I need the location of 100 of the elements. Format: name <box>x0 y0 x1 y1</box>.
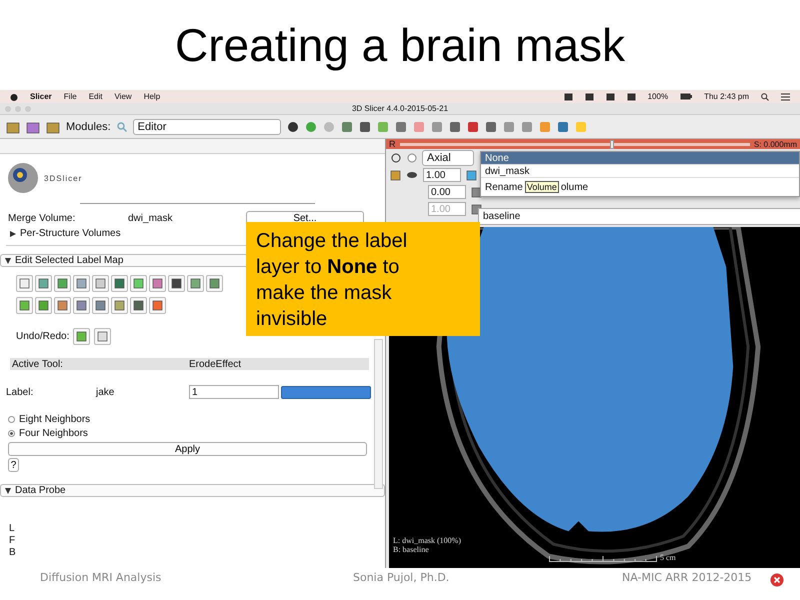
toolbar-icon[interactable] <box>46 120 60 134</box>
redo-button[interactable] <box>94 328 112 344</box>
dropdown-option[interactable]: None <box>481 152 799 165</box>
modules-label: Modules: <box>66 120 111 132</box>
slide-title: Creating a brain mask <box>175 18 625 72</box>
square-icon <box>76 330 88 342</box>
menu-item[interactable]: Help <box>144 92 160 101</box>
tool-button[interactable] <box>92 275 109 292</box>
square-icon <box>190 278 201 289</box>
status-icon[interactable] <box>564 92 573 100</box>
undo-button[interactable] <box>73 328 90 344</box>
tool-button[interactable] <box>111 275 128 292</box>
search-icon <box>116 122 127 132</box>
toolbar-icon[interactable] <box>466 120 479 132</box>
tool-button[interactable] <box>54 297 71 314</box>
orientation-selector[interactable]: Axial <box>422 150 474 166</box>
square-icon <box>95 278 106 289</box>
probe-axis-letter: L <box>9 523 16 535</box>
tool-button[interactable] <box>187 275 204 292</box>
square-icon <box>209 278 220 289</box>
tool-button[interactable] <box>35 297 52 314</box>
square-icon <box>171 278 182 289</box>
menu-item[interactable]: Edit <box>88 92 102 101</box>
menu-item-text[interactable]: olume <box>560 182 588 192</box>
square-icon <box>38 300 49 311</box>
label-label: Label: <box>6 386 34 398</box>
dropdown-option[interactable]: dwi_mask <box>481 165 799 178</box>
app-logo-text: 3DSlicer <box>44 174 82 182</box>
footer-text: NA-MIC ARR 2012-2015 <box>622 570 752 584</box>
list-icon[interactable] <box>781 92 790 100</box>
square-icon <box>152 278 163 289</box>
disclosure-triangle-icon <box>10 230 16 236</box>
tool-button[interactable] <box>73 297 90 314</box>
tool-button[interactable] <box>16 297 33 314</box>
clock[interactable]: Thu 2:43 pm <box>704 92 749 101</box>
label-spinbox[interactable]: 1 <box>189 385 279 399</box>
square-icon <box>152 300 163 311</box>
apple-icon[interactable] <box>10 92 18 101</box>
close-icon[interactable] <box>770 573 784 587</box>
status-icon[interactable] <box>626 92 636 100</box>
square-icon <box>97 330 108 342</box>
menu-item[interactable]: Slicer <box>30 92 52 101</box>
tool-button[interactable] <box>130 275 147 292</box>
overlay-text: L: dwi_mask (100%) <box>393 536 461 545</box>
toolbar-icon[interactable] <box>394 120 407 132</box>
search-icon[interactable] <box>761 92 769 100</box>
module-selector[interactable]: Editor <box>132 118 281 134</box>
tool-button[interactable] <box>168 275 185 292</box>
tool-button[interactable] <box>92 297 109 314</box>
tool-button[interactable] <box>149 297 166 314</box>
tool-button[interactable] <box>35 275 52 292</box>
toolbar-icon[interactable] <box>26 120 40 134</box>
background-selector[interactable]: baseline <box>478 208 800 225</box>
menu-item-text[interactable]: Rename <box>485 182 523 192</box>
field-value: dwi_mask <box>128 212 174 224</box>
field-label: Merge Volume: <box>8 212 76 224</box>
label-color-swatch[interactable] <box>281 386 371 398</box>
tool-button[interactable] <box>149 275 166 292</box>
help-button[interactable]: ? <box>8 458 19 472</box>
toolbar-icon[interactable] <box>6 120 20 134</box>
scrollbar[interactable] <box>374 339 383 489</box>
disclosure-triangle-icon <box>5 258 11 264</box>
callout-note: Change the label layer to None to make the mask invisible <box>246 222 480 336</box>
label-name: jake <box>96 386 116 398</box>
section-header[interactable]: Data Probe <box>1 485 70 496</box>
tool-button[interactable] <box>54 275 71 292</box>
section-header[interactable]: Per-Structure Volumes <box>6 228 125 239</box>
radio-option[interactable]: Four Neighbors <box>0 426 385 440</box>
view-label: R <box>389 139 396 149</box>
status-icon[interactable] <box>606 92 615 100</box>
value-spinbox[interactable]: 0.00 <box>428 185 466 199</box>
tool-button[interactable] <box>206 275 223 292</box>
toolbar-icon[interactable] <box>448 120 461 132</box>
menu-item[interactable]: File <box>64 92 77 101</box>
overlay-text: B: baseline <box>393 545 430 554</box>
scale-label: 5 cm <box>660 553 676 562</box>
square-icon <box>57 300 68 311</box>
footer-text: Diffusion MRI Analysis <box>40 570 162 584</box>
toolbar-icon[interactable] <box>484 120 497 132</box>
apply-button[interactable]: Apply <box>8 442 367 456</box>
tool-button[interactable] <box>130 297 147 314</box>
probe-axis-letter: B <box>9 547 17 559</box>
link-icon[interactable] <box>390 152 402 164</box>
toolbar-icon[interactable] <box>340 120 353 132</box>
eye-icon[interactable] <box>406 171 418 179</box>
circle-icon[interactable] <box>286 120 299 132</box>
square-icon <box>19 278 30 289</box>
toolbar-icon[interactable] <box>556 120 569 132</box>
menu-item[interactable]: View <box>114 92 132 101</box>
opacity-spinbox[interactable]: 1.00 <box>423 168 461 182</box>
radio-option[interactable]: Eight Neighbors <box>0 412 385 426</box>
slice-offset: S: 0.000mm <box>754 140 797 148</box>
tool-button[interactable] <box>73 275 90 292</box>
square-icon <box>114 278 125 289</box>
battery-icon[interactable] <box>680 93 692 100</box>
status-icon[interactable] <box>584 92 594 100</box>
square-icon <box>390 170 401 180</box>
toolbar-icon[interactable] <box>358 120 371 132</box>
square-icon <box>133 300 144 311</box>
tool-button[interactable] <box>111 297 128 314</box>
